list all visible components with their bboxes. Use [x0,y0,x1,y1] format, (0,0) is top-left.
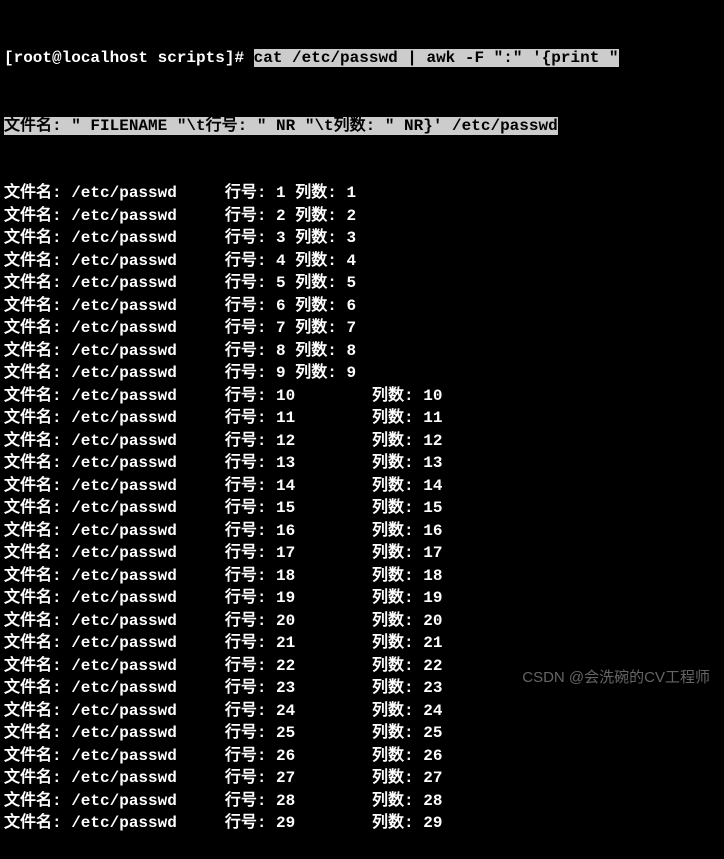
command-text-line2: 文件名: " FILENAME "\t行号: " NR "\t列数: " NR}… [4,117,558,135]
output-row: 文件名: /etc/passwd 行号: 17 列数: 17 [4,542,720,565]
output-row: 文件名: /etc/passwd 行号: 27 列数: 27 [4,767,720,790]
output-row: 文件名: /etc/passwd 行号: 11 列数: 11 [4,407,720,430]
output-row: 文件名: /etc/passwd 行号: 21 列数: 21 [4,632,720,655]
output-row: 文件名: /etc/passwd 行号: 26 列数: 26 [4,745,720,768]
output-row: 文件名: /etc/passwd 行号: 1 列数: 1 [4,182,720,205]
output-row: 文件名: /etc/passwd 行号: 23 列数: 23 [4,677,720,700]
output-row: 文件名: /etc/passwd 行号: 5 列数: 5 [4,272,720,295]
output-row: 文件名: /etc/passwd 行号: 15 列数: 15 [4,497,720,520]
output-row: 文件名: /etc/passwd 行号: 25 列数: 25 [4,722,720,745]
output-row: 文件名: /etc/passwd 行号: 14 列数: 14 [4,475,720,498]
command-prompt-line2: 文件名: " FILENAME "\t行号: " NR "\t列数: " NR}… [4,115,720,138]
output-row: 文件名: /etc/passwd 行号: 13 列数: 13 [4,452,720,475]
output-row: 文件名: /etc/passwd 行号: 9 列数: 9 [4,362,720,385]
output-rows: 文件名: /etc/passwd 行号: 1 列数: 1文件名: /etc/pa… [4,182,720,835]
output-row: 文件名: /etc/passwd 行号: 7 列数: 7 [4,317,720,340]
output-row: 文件名: /etc/passwd 行号: 10 列数: 10 [4,385,720,408]
command-prompt-line1: [root@localhost scripts]# cat /etc/passw… [4,47,720,70]
output-row: 文件名: /etc/passwd 行号: 28 列数: 28 [4,790,720,813]
output-row: 文件名: /etc/passwd 行号: 20 列数: 20 [4,610,720,633]
output-row: 文件名: /etc/passwd 行号: 18 列数: 18 [4,565,720,588]
output-row: 文件名: /etc/passwd 行号: 22 列数: 22 [4,655,720,678]
command-text-line1: cat /etc/passwd | awk -F ":" '{print " [254,49,619,67]
output-row: 文件名: /etc/passwd 行号: 12 列数: 12 [4,430,720,453]
output-row: 文件名: /etc/passwd 行号: 24 列数: 24 [4,700,720,723]
terminal-output: [root@localhost scripts]# cat /etc/passw… [0,0,724,859]
output-row: 文件名: /etc/passwd 行号: 2 列数: 2 [4,205,720,228]
output-row: 文件名: /etc/passwd 行号: 4 列数: 4 [4,250,720,273]
output-row: 文件名: /etc/passwd 行号: 6 列数: 6 [4,295,720,318]
output-row: 文件名: /etc/passwd 行号: 3 列数: 3 [4,227,720,250]
output-row: 文件名: /etc/passwd 行号: 16 列数: 16 [4,520,720,543]
output-row: 文件名: /etc/passwd 行号: 19 列数: 19 [4,587,720,610]
prompt-prefix: [root@localhost scripts]# [4,49,254,67]
output-row: 文件名: /etc/passwd 行号: 8 列数: 8 [4,340,720,363]
output-row: 文件名: /etc/passwd 行号: 29 列数: 29 [4,812,720,835]
